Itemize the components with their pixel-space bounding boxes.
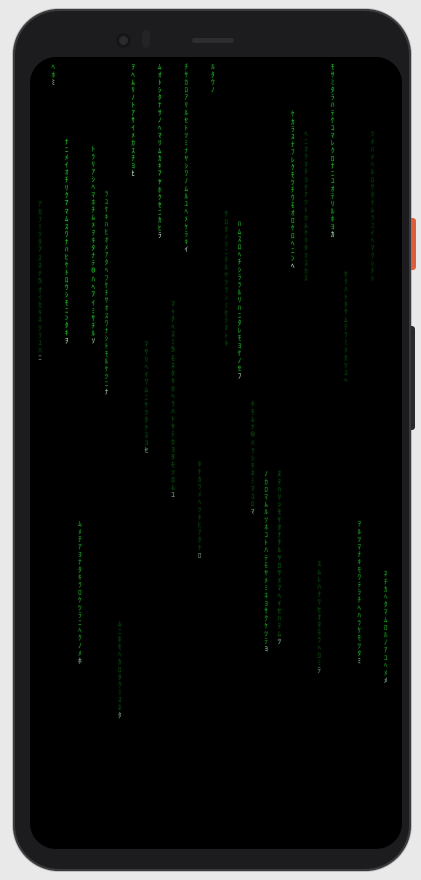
rain-column: ｻﾛﾀﾉﾘﾆﾁﾙﾔﾂﾗﾝﾐｾﾃﾇﾄｷ bbox=[222, 210, 231, 347]
rain-column: ｱｶﾌﾐﾂﾀ7ﾇﾈﾅ5ｵｲｶｷﾈﾂﾗﾕﾊﾆ bbox=[36, 200, 44, 362]
rain-column-head: ﾌ bbox=[235, 372, 244, 380]
rain-column: ﾓｻﾐﾀﾗﾊﾃｹｺﾏﾚｸﾛﾅﾆﾕｵﾃﾘﾙﾎﾖｶ bbox=[328, 63, 337, 238]
rain-column: ｽﾑﾚﾊﾅﾘｾｵﾀﾓﾗﾍﾛﾐﾃ bbox=[315, 560, 324, 675]
rain-column: ﾏｻﾘﾍｲﾜﾑﾆｹﾂﾀﾅｽﾖｾ bbox=[142, 340, 151, 455]
rain-column: ｷﾓﾑﾅ0ﾊﾗｼﾁﾈﾐﾏｺﾛﾏ bbox=[248, 400, 257, 516]
rain-column: ﾑﾆﾎﾓﾍｶﾛﾀｸﾐｽﾈﾀ bbox=[115, 620, 124, 719]
rain-column: ﾇﾃﾊﾘｼﾓｹﾀﾅﾁﾙﾔﾛｻﾒﾏﾍｲｾﾊﾃﾑﾂ bbox=[275, 470, 284, 645]
rain-column-head: ｶ bbox=[328, 230, 337, 238]
rain-column-head: ﾃ bbox=[315, 666, 324, 675]
rain-column: ﾄﾗﾘｱｼﾍﾏﾎﾁﾑﾒｦｷﾀﾅﾃ0ﾊﾍ7ｲﾐｻﾁﾙｿ bbox=[89, 145, 98, 345]
rain-column: ﾙﾀｳﾉ bbox=[208, 63, 217, 94]
rain-column: ﾍﾎﾐ bbox=[49, 63, 58, 86]
rain-column-head: ｲ bbox=[182, 245, 191, 254]
rain-column: ﾂｷﾊﾒﾍﾙﾛｻﾀﾅﾑﾗﾕｲﾍﾏｸｼﾁﾄ bbox=[368, 130, 377, 282]
rain-column-head: ﾐ bbox=[355, 656, 364, 665]
rain-column-head: ﾖ bbox=[262, 644, 271, 653]
rain-column-head: ﾐ bbox=[49, 78, 58, 86]
proximity-sensor bbox=[142, 30, 150, 48]
rain-column-head: ﾅ bbox=[102, 387, 111, 396]
rain-column: ﾅﾆﾒｲｵﾁﾘｸ7ﾏﾑｽﾜﾅﾊﾋｹﾄﾛｳｼﾓﾆﾝﾀｷｦ bbox=[62, 138, 71, 345]
rain-column: ｦﾙﾂﾏﾅｷﾓﾜﾃﾗﾁﾍﾊﾗｹﾓﾂﾀﾐ bbox=[355, 520, 364, 665]
rain-column: ﾊﾑｽﾛﾍﾁｼﾗﾗﾙﾘﾊﾆﾀﾚﾓﾖｹﾉｾﾌ bbox=[235, 220, 244, 380]
rain-column: ﾗﾕｹｷﾊﾋｵﾒｱﾀﾍﾌｹﾁｻｵｽﾜﾅｼﾄﾓﾙｹﾂﾆﾅ bbox=[102, 190, 111, 396]
rain-column-head: ﾒ bbox=[381, 676, 390, 685]
rain-column: ﾉｶﾛﾏﾑﾙﾂﾈｺﾄﾊﾃﾓﾔﾒﾐﾈﾖｻｸｹﾂﾃﾖ bbox=[262, 470, 271, 653]
rain-column-head: ﾗ bbox=[155, 231, 164, 239]
rain-column-head: ｦ bbox=[62, 336, 71, 345]
rain-column: ﾑﾒﾁｱﾖﾅﾀｷﾗﾛｹﾂﾗﾆﾍｸﾉﾒﾎ bbox=[75, 520, 84, 665]
rain-column-head: ﾛ bbox=[195, 551, 204, 559]
rain-column: ﾎﾅｶﾗﾒﾍﾂｷﾋｱﾀﾅﾛ bbox=[195, 460, 204, 559]
rain-column-head: ﾎ bbox=[75, 656, 84, 665]
rain-column-head: ﾕ bbox=[169, 491, 177, 499]
matrix-rain-screen[interactable]: ｱｶﾌﾐﾂﾀ7ﾇﾈﾅ5ｵｲｶｷﾈﾂﾗﾕﾊﾆ ﾍﾎﾐ ﾅﾆﾒｲｵﾁﾘｸ7ﾏﾑｽﾜﾅﾊﾋ… bbox=[30, 57, 402, 849]
rain-column-head: ﾆ bbox=[36, 354, 44, 362]
rain-column-head: ｿ bbox=[89, 337, 98, 345]
rain-column-head: ﾍ bbox=[288, 262, 297, 270]
rain-column-head: ﾀ bbox=[115, 711, 124, 719]
rain-column: ﾏｲﾁﾍｽﾐ5ﾓﾈﾀｷﾎﾍﾗﾊﾄｻﾃｶﾖﾀﾓｿﾛﾑﾕ bbox=[169, 300, 177, 499]
earpiece-speaker bbox=[192, 38, 234, 43]
rain-column: ﾁｻｶﾛｱﾘﾙｾﾄﾂﾐﾅﾔｼﾜﾉﾑﾙﾕﾍﾒｹﾗｷｲ bbox=[182, 63, 191, 254]
rain-column: ｹｶﾗｽﾅﾌﾚｸﾓﾂﾁｳﾓｵﾛｹﾛﾍﾆﾝﾍ bbox=[288, 110, 297, 270]
power-button[interactable] bbox=[411, 218, 416, 270]
rain-column-head: ﾂ bbox=[275, 637, 284, 645]
rain-column-head: ﾏ bbox=[248, 507, 257, 516]
front-camera-icon bbox=[116, 33, 131, 48]
rain-column-head: ｾ bbox=[142, 446, 151, 455]
rain-column: ｾｸﾊﾄﾀｻﾑﾁﾗﾐﾒｶﾂﾕﾍ bbox=[341, 270, 350, 384]
rain-column: ﾈﾁｶﾍﾀﾏﾑﾛﾙﾉｱﾕﾍﾒﾒ bbox=[381, 570, 390, 685]
volume-rocker[interactable] bbox=[411, 326, 415, 430]
rain-column: ﾑｵﾄｼﾀﾅｻﾉﾍﾏﾘﾑｶｷ7ﾔﾎｸｾﾆｶﾋﾗ bbox=[155, 63, 164, 239]
rain-column: ﾍﾆﾏｸﾏﾁﾖﾅｱﾂﾄﾎﾑｹﾘﾀﾏｽｶﾇ bbox=[302, 130, 310, 282]
rain-column-head: ﾋ bbox=[129, 169, 138, 178]
rain-column: ｦﾍﾑﾘﾉﾄｱｻｲﾒｶｽﾁﾖﾋ bbox=[129, 63, 138, 178]
